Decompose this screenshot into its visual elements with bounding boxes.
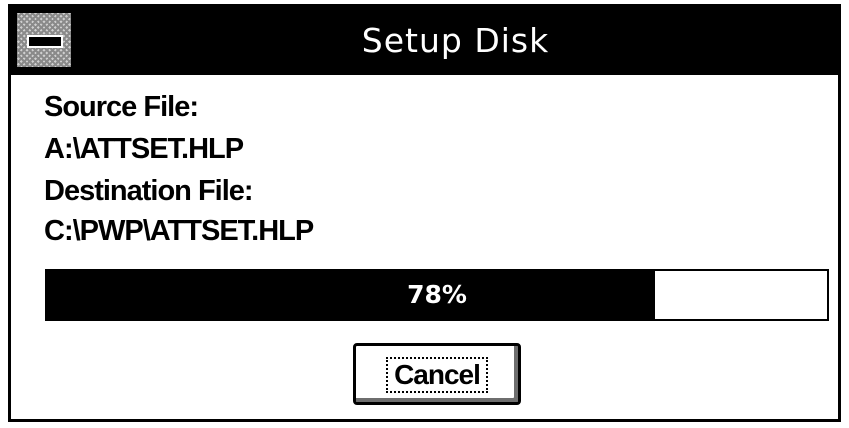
source-file-label: Source File: bbox=[44, 91, 199, 123]
system-menu-icon[interactable] bbox=[15, 11, 73, 69]
destination-file-path: C:\PWP\ATTSET.HLP bbox=[44, 215, 314, 247]
progress-percent-text: 78% bbox=[407, 280, 467, 309]
destination-file-label: Destination File: bbox=[44, 175, 254, 207]
setup-disk-dialog: Setup Disk Source File: A:\ATTSET.HLP De… bbox=[8, 4, 841, 422]
cancel-button-label: Cancel bbox=[386, 357, 488, 393]
system-menu-bar-glyph bbox=[27, 35, 63, 48]
cancel-button[interactable]: Cancel bbox=[353, 343, 521, 405]
title-bar[interactable]: Setup Disk bbox=[11, 7, 838, 75]
window-title: Setup Disk bbox=[361, 21, 550, 60]
copy-progress-bar: 78% bbox=[45, 269, 829, 321]
source-file-path: A:\ATTSET.HLP bbox=[44, 133, 244, 165]
